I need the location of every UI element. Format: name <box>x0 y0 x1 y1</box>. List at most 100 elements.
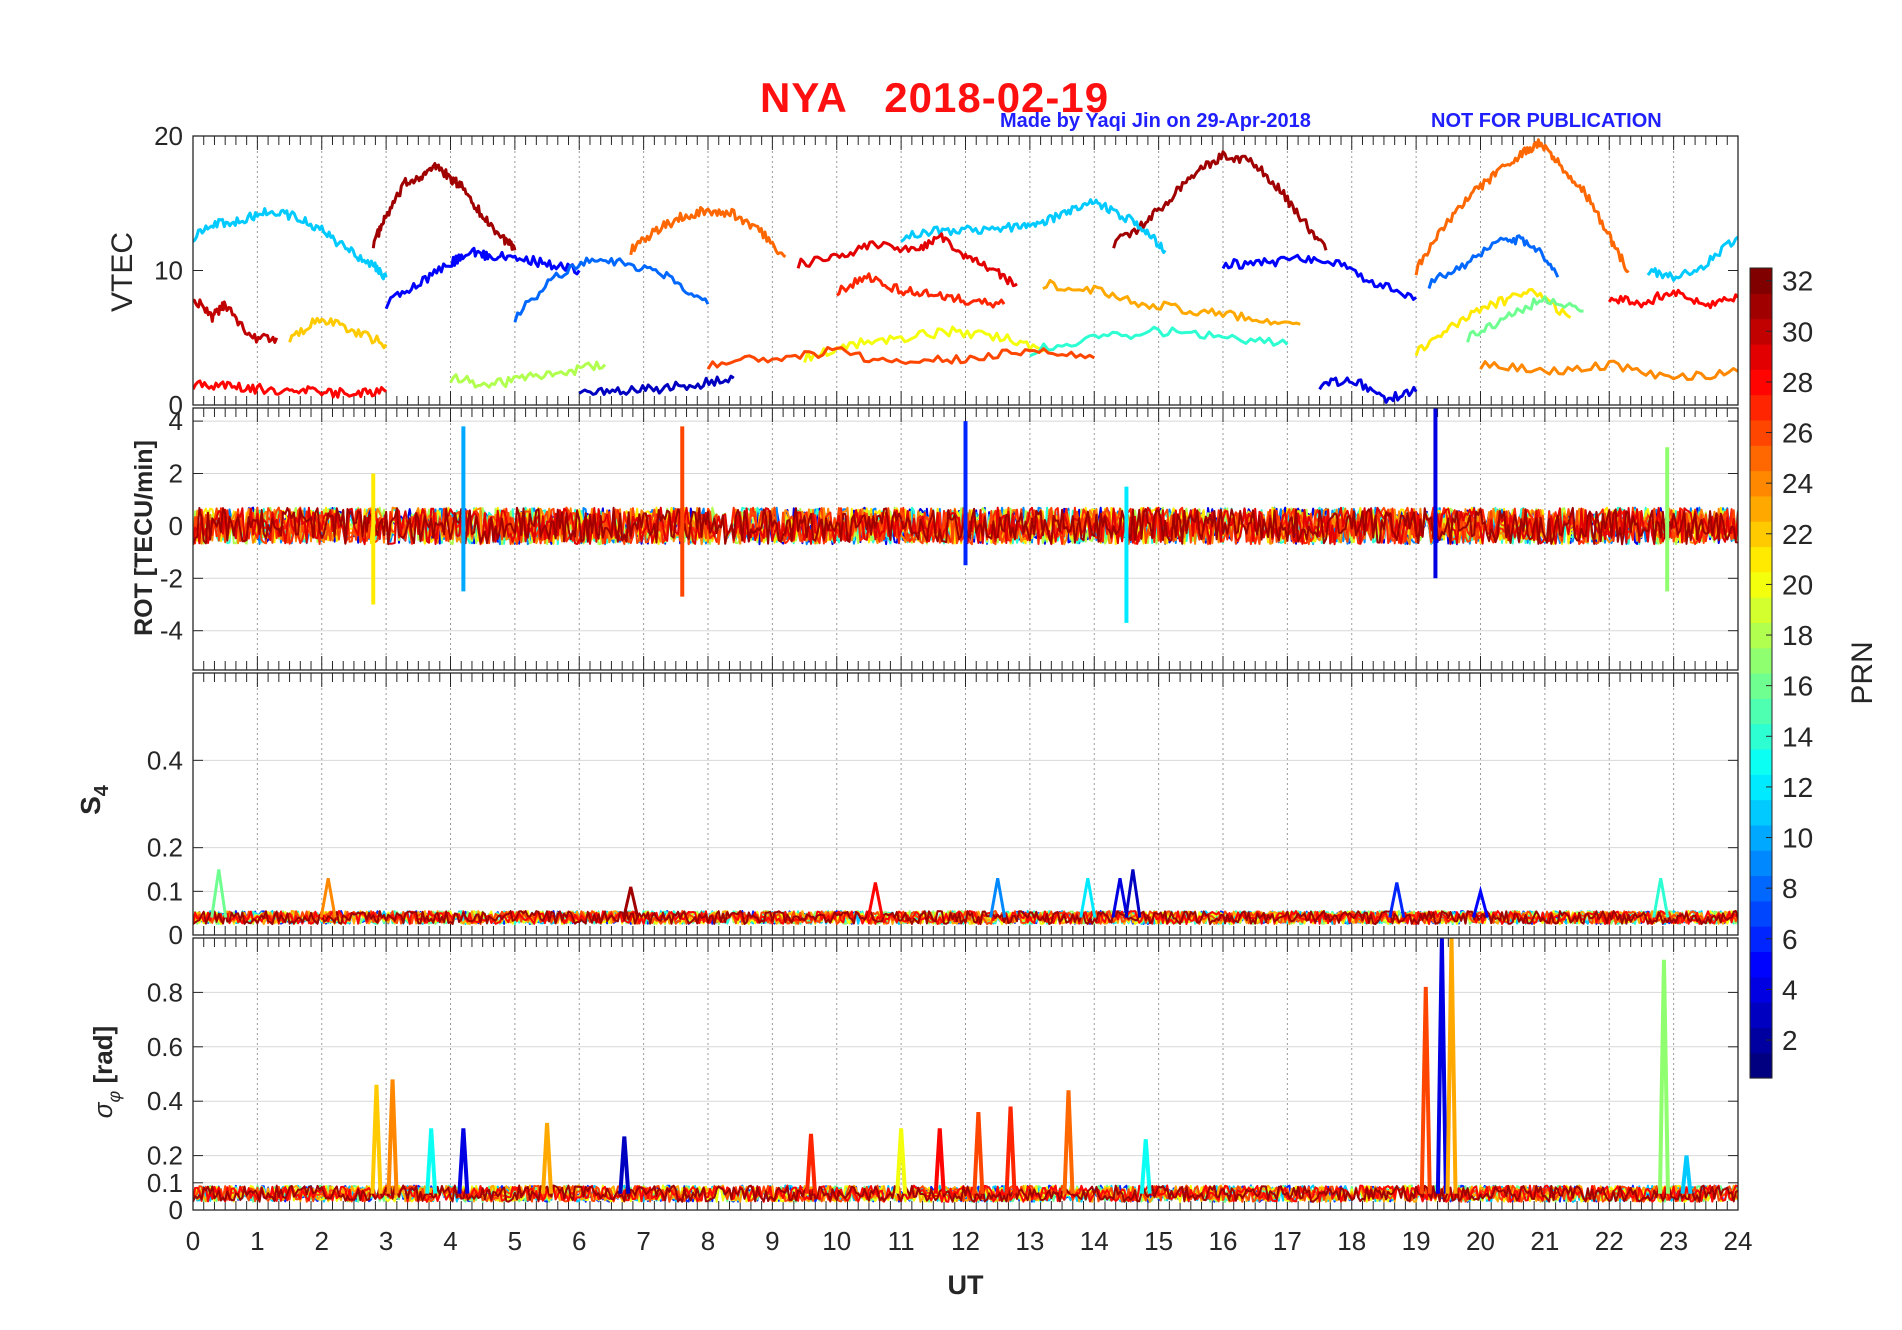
vtec-series-line <box>1466 295 1584 343</box>
sigma-spike <box>1139 1139 1152 1194</box>
sigma-spike <box>425 1128 438 1194</box>
vtec-series-line <box>803 325 1051 363</box>
x-tick-label: 20 <box>1466 1226 1495 1256</box>
y-tick-label: 0.1 <box>147 876 183 906</box>
x-tick-label: 12 <box>951 1226 980 1256</box>
x-tick-label: 9 <box>765 1226 779 1256</box>
panel-s4: 0 0.1 0.2 0.4 <box>147 672 1739 950</box>
vtec-series-line <box>513 256 710 323</box>
x-tick-label: 17 <box>1273 1226 1302 1256</box>
sigma-spike <box>386 1079 399 1194</box>
colorbar-swatch <box>1750 445 1772 472</box>
colorbar-swatch <box>1750 1002 1772 1028</box>
x-tick-label: 14 <box>1080 1226 1109 1256</box>
colorbar-tick-label: 32 <box>1782 266 1813 297</box>
y-tick-label: 4 <box>169 406 183 436</box>
y-tick-label: 0 <box>169 1195 183 1225</box>
colorbar-tick-label: 4 <box>1782 974 1798 1005</box>
colorbar: 2468101214161820222426283032PRN <box>1749 266 1879 1079</box>
colorbar-tick-label: 26 <box>1782 418 1813 449</box>
panel-sigma_phi: 00.10.2 0.4 0.6 0.8 <box>147 937 1739 1225</box>
colorbar-tick-label: 16 <box>1782 671 1813 702</box>
x-tick-label: 6 <box>572 1226 586 1256</box>
colorbar-swatch <box>1750 343 1772 370</box>
colorbar-swatch <box>1750 748 1772 775</box>
x-tick-label: 15 <box>1144 1226 1173 1256</box>
colorbar-swatch <box>1750 394 1772 421</box>
x-tick-label: 8 <box>701 1226 715 1256</box>
colorbar-swatch <box>1750 597 1772 623</box>
vtec-series-line <box>371 162 517 251</box>
colorbar-tick-label: 14 <box>1782 721 1813 752</box>
panel-rot: -4 -2 0 2 4 <box>160 406 1739 671</box>
colorbar-swatch <box>1750 799 1772 826</box>
x-tick-label: 22 <box>1595 1226 1624 1256</box>
colorbar-tick-label: 8 <box>1782 873 1798 904</box>
colorbar-tick-label: 2 <box>1782 1025 1798 1056</box>
colorbar-tick-label: 28 <box>1782 367 1813 398</box>
panel-vtec: 01020 <box>154 121 1739 420</box>
colorbar-swatch <box>1750 951 1772 978</box>
sigma-spike <box>1657 959 1670 1194</box>
colorbar-label: PRN <box>1846 641 1879 704</box>
vtec-series-line <box>1042 279 1301 326</box>
colorbar-swatch <box>1750 495 1772 522</box>
vtec-series-line <box>193 207 388 281</box>
colorbar-swatch <box>1750 900 1772 927</box>
vtec-series-line <box>1414 138 1630 276</box>
vtec-series-line <box>1427 234 1560 289</box>
x-tick-label: 4 <box>443 1226 457 1256</box>
x-tick-label: 1 <box>250 1226 264 1256</box>
vtec-series-line <box>1221 253 1418 301</box>
x-tick-label: 19 <box>1402 1226 1431 1256</box>
colorbar-tick-label: 30 <box>1782 316 1813 347</box>
colorbar-swatch <box>1750 293 1772 320</box>
sigma-spike <box>457 1128 470 1194</box>
y-tick-label: 0.4 <box>147 1086 183 1116</box>
y-tick-label: 0.8 <box>147 977 183 1007</box>
y-tick-label: 0 <box>169 920 183 950</box>
x-tick-label: 16 <box>1209 1226 1238 1256</box>
colorbar-swatch <box>1750 850 1772 877</box>
x-axis-label: UT <box>948 1270 984 1300</box>
vtec-series-line <box>193 298 279 344</box>
x-tick-label: 0 <box>186 1226 200 1256</box>
y-tick-label: 20 <box>154 121 183 151</box>
y-tick-label: 0.6 <box>147 1032 183 1062</box>
vtec-series-line <box>1608 288 1738 310</box>
vtec-series-line <box>1646 235 1738 282</box>
x-tick-label: 7 <box>636 1226 650 1256</box>
vtec-series-line <box>1112 150 1328 251</box>
colorbar-tick-label: 24 <box>1782 468 1813 499</box>
colorbar-swatch <box>1750 698 1772 725</box>
sigma-spike <box>933 1128 946 1194</box>
s4-spike <box>989 877 1007 918</box>
colorbar-tick-label: 18 <box>1782 620 1813 651</box>
y-tick-label: -2 <box>160 563 183 593</box>
y-tick-label: 0 <box>169 511 183 541</box>
y-tick-label: 0.2 <box>147 833 183 863</box>
colorbar-tick-label: 6 <box>1782 924 1798 955</box>
x-tick-label: 10 <box>822 1226 851 1256</box>
y-tick-label: 0.2 <box>147 1141 183 1171</box>
y-label-s4: S4 <box>75 784 113 815</box>
y-label-vtec: VTEC <box>106 232 139 312</box>
y-label-sigma-phi: σφ [rad] <box>88 1026 124 1118</box>
y-tick-label: 0.4 <box>147 745 183 775</box>
y-tick-label: 0.1 <box>147 1168 183 1198</box>
notice-text: NOT FOR PUBLICATION <box>1431 110 1662 132</box>
x-tick-label: 13 <box>1015 1226 1044 1256</box>
sigma-spike <box>1004 1106 1017 1194</box>
vtec-series-line <box>706 346 1096 370</box>
data-layer-rot <box>193 408 1738 623</box>
colorbar-swatch <box>1750 1052 1772 1079</box>
colorbar-tick-label: 22 <box>1782 519 1813 550</box>
x-tick-label: 11 <box>888 1226 915 1256</box>
s4-spike <box>1124 869 1142 918</box>
y-tick-label: 10 <box>154 256 183 286</box>
x-tick-label: 3 <box>379 1226 393 1256</box>
s4-spike <box>866 882 884 918</box>
vtec-series-line <box>288 316 388 350</box>
vtec-series-line <box>578 374 735 396</box>
colorbar-swatch <box>1750 546 1772 573</box>
